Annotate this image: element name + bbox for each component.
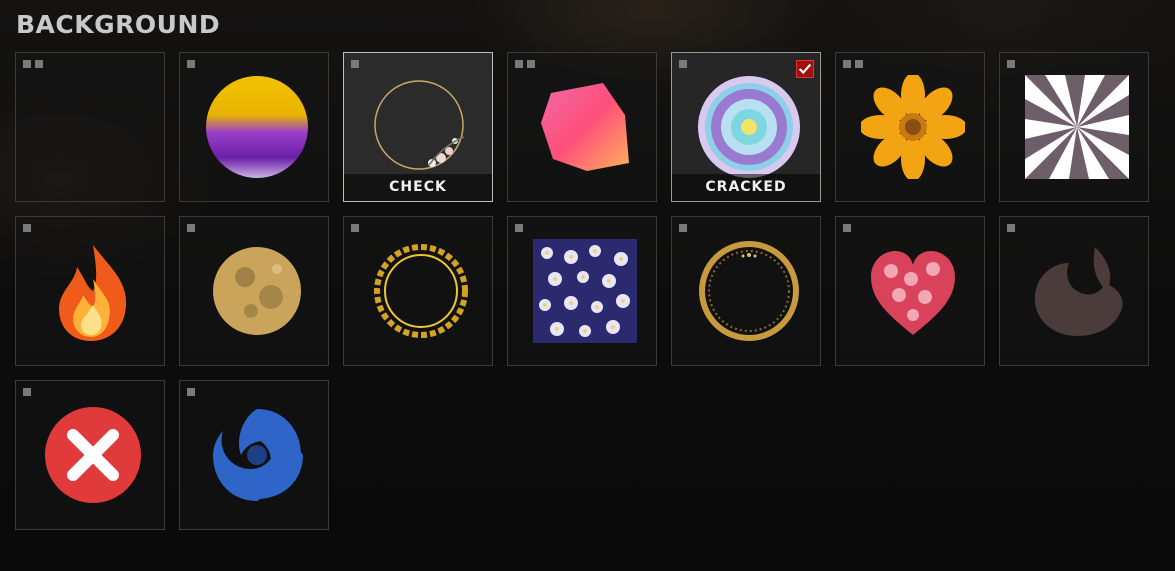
mandala-icon <box>697 75 801 179</box>
tile-dots <box>515 60 535 68</box>
tile-dots <box>843 60 863 68</box>
pink-watercolor-splash-icon <box>533 75 637 179</box>
tile-gold-ornate-frame[interactable] <box>343 216 493 366</box>
gold-ring-icon <box>697 239 801 343</box>
tile-moon[interactable] <box>179 216 329 366</box>
tile-dots <box>515 224 523 232</box>
tile-dots <box>843 224 851 232</box>
tile-dots <box>679 60 687 68</box>
tile-pink-watercolor[interactable] <box>507 52 657 202</box>
fire-icon <box>41 239 145 343</box>
tile-dots <box>23 388 31 396</box>
ornate-frame-icon <box>369 239 473 343</box>
tile-dots <box>187 224 195 232</box>
daisy-pattern-icon <box>533 239 637 343</box>
tile-sunburst[interactable] <box>999 52 1149 202</box>
watercolor-sphere-icon <box>205 75 309 179</box>
tile-daisy-pattern[interactable] <box>507 216 657 366</box>
dragon-icon <box>1025 239 1129 343</box>
tile-dots <box>351 224 359 232</box>
tile-dots <box>351 60 359 68</box>
tile-dots <box>1007 60 1015 68</box>
tile-mandala[interactable]: CRACKED <box>671 52 821 202</box>
blue-swirl-icon <box>205 403 309 507</box>
tile-red-x[interactable] <box>15 380 165 530</box>
tile-floral-wreath[interactable]: CHECK <box>343 52 493 202</box>
tile-watercolor-sphere[interactable] <box>179 52 329 202</box>
rose-heart-icon <box>861 239 965 343</box>
tile-yellow-flower[interactable] <box>835 52 985 202</box>
tile-rose-heart[interactable] <box>835 216 985 366</box>
tile-dragon[interactable] <box>999 216 1149 366</box>
tile-dots <box>23 60 43 68</box>
tile-gold-ring[interactable] <box>671 216 821 366</box>
tile-caption: CHECK <box>344 174 492 201</box>
section-title: BACKGROUND <box>16 10 221 39</box>
yellow-flower-icon <box>861 75 965 179</box>
tile-dots <box>187 60 195 68</box>
tile-dots <box>1007 224 1015 232</box>
floral-wreath-icon <box>369 75 473 179</box>
tile-dots <box>187 388 195 396</box>
tile-caption: CRACKED <box>672 174 820 201</box>
tile-fire[interactable] <box>15 216 165 366</box>
red-x-icon <box>41 403 145 507</box>
moon-icon <box>205 239 309 343</box>
tile-dots <box>23 224 31 232</box>
tile-dots <box>679 224 687 232</box>
tile-empty[interactable] <box>15 52 165 202</box>
tile-blue-swirl[interactable] <box>179 380 329 530</box>
sunburst-icon <box>1025 75 1129 179</box>
